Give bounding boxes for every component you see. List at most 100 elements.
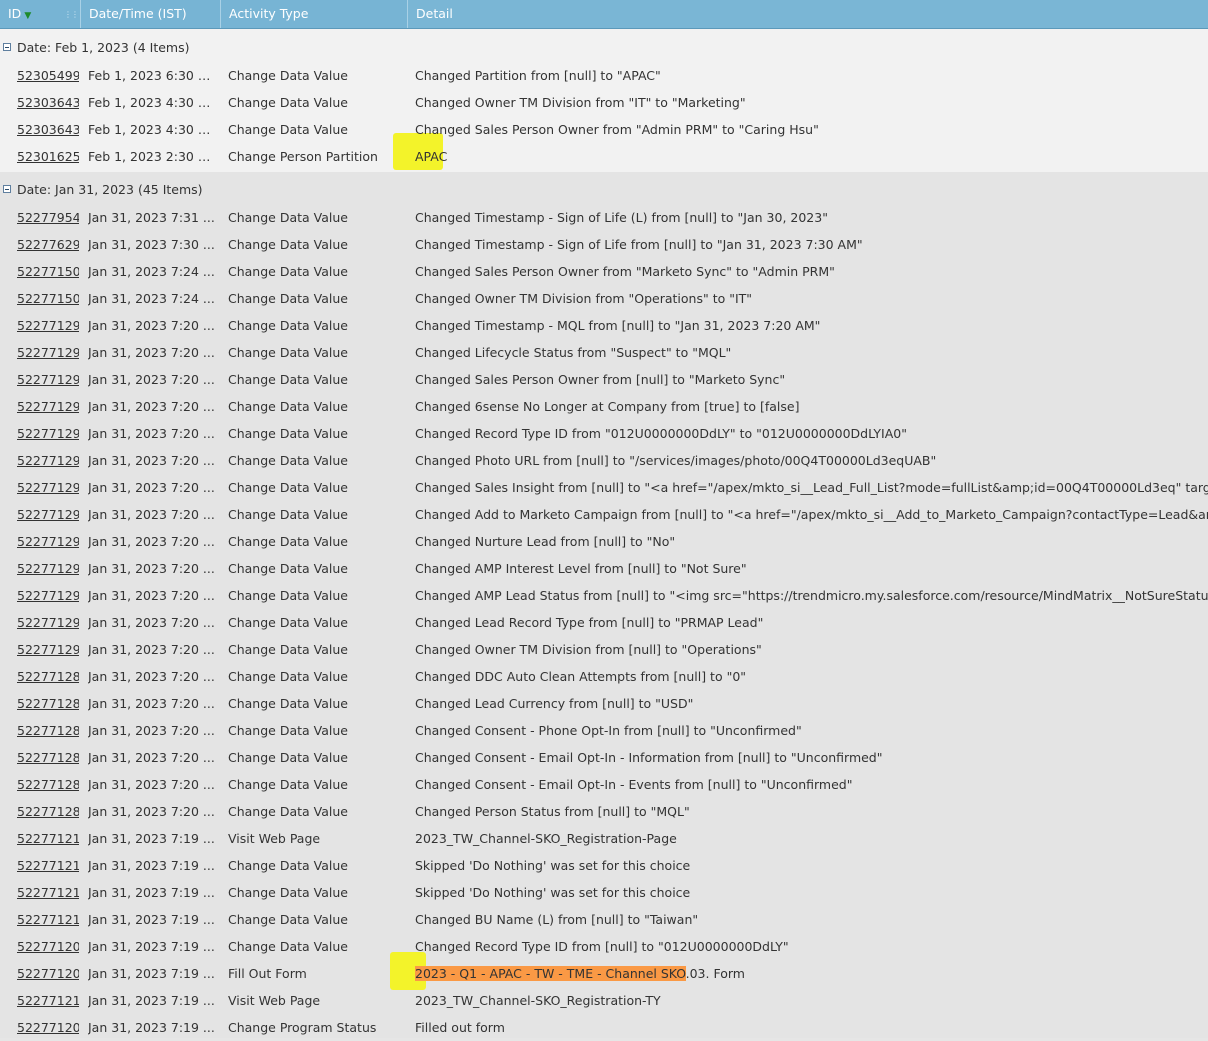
table-row[interactable]: 522771296 Jan 31, 2023 7:20 ... Change Dat… [0, 528, 1208, 555]
column-header-detail[interactable]: Detail [408, 0, 1208, 28]
activity-type: Change Data Value [228, 804, 348, 819]
activity-detail: Changed DDC Auto Clean Attempts from [nu… [415, 669, 747, 684]
activity-detail: Changed Sales Person Owner from "Admin P… [415, 122, 819, 137]
column-header-activity-type[interactable]: Activity Type [221, 0, 408, 28]
activity-id-link[interactable]: 522771213 [17, 987, 79, 1014]
activity-type: Visit Web Page [228, 831, 321, 846]
table-row[interactable]: 522771289 Jan 31, 2023 7:20 ... Change Dat… [0, 798, 1208, 825]
activity-datetime: Jan 31, 2023 7:20 ... [88, 318, 215, 333]
activity-id-link[interactable]: 522771296 [17, 420, 79, 447]
activity-id-link[interactable]: 522771207 [17, 1014, 79, 1041]
activity-id-link[interactable]: 522771500 [17, 258, 79, 285]
activity-id-link[interactable]: 522771297 [17, 366, 79, 393]
activity-id-link[interactable]: 523036430 [17, 116, 79, 143]
table-row[interactable]: 523036430 Feb 1, 2023 4:30 AM Change Data … [0, 116, 1208, 143]
table-row[interactable]: 522771211 Jan 31, 2023 7:19 ... Change Dat… [0, 852, 1208, 879]
table-row[interactable]: 522771296 Jan 31, 2023 7:20 ... Change Dat… [0, 501, 1208, 528]
table-row[interactable]: 522771296 Jan 31, 2023 7:20 ... Change Dat… [0, 609, 1208, 636]
table-row[interactable]: 522776292 Jan 31, 2023 7:30 ... Change Dat… [0, 231, 1208, 258]
table-row[interactable]: 522771297 Jan 31, 2023 7:20 ... Change Dat… [0, 312, 1208, 339]
activity-type: Change Data Value [228, 345, 348, 360]
table-row[interactable]: 522771296 Jan 31, 2023 7:20 ... Change Dat… [0, 393, 1208, 420]
activity-id-link[interactable]: 522771289 [17, 798, 79, 825]
table-row[interactable]: 522771213 Jan 31, 2023 7:19 ... Visit Web … [0, 825, 1208, 852]
activity-detail: Changed Owner TM Division from "Operatio… [415, 291, 753, 306]
table-row[interactable]: 522771210 Jan 31, 2023 7:19 ... Change Dat… [0, 879, 1208, 906]
activity-id-link[interactable]: 522771296 [17, 528, 79, 555]
activity-id-link[interactable]: 522771289 [17, 663, 79, 690]
activity-detail: Changed Consent - Email Opt-In - Events … [415, 777, 853, 792]
table-row[interactable]: 522771289 Jan 31, 2023 7:20 ... Change Dat… [0, 663, 1208, 690]
activity-id-link[interactable]: 522771296 [17, 393, 79, 420]
activity-detail: Changed Owner TM Division from [null] to… [415, 642, 762, 657]
table-row[interactable]: 522771296 Jan 31, 2023 7:20 ... Change Dat… [0, 636, 1208, 663]
activity-datetime: Jan 31, 2023 7:31 ... [88, 210, 215, 225]
activity-id-link[interactable]: 522771213 [17, 825, 79, 852]
column-header-datetime[interactable]: Date/Time (IST) [81, 0, 221, 28]
column-header-id[interactable]: ID ▼ ⋮⋮ [0, 0, 81, 28]
activity-detail: Changed Person Status from [null] to "MQ… [415, 804, 690, 819]
table-row[interactable]: 522771297 Jan 31, 2023 7:20 ... Change Dat… [0, 366, 1208, 393]
collapse-group-icon[interactable] [3, 43, 11, 51]
sort-descending-icon[interactable]: ▼ [24, 11, 31, 21]
table-row[interactable]: 522771296 Jan 31, 2023 7:20 ... Change Dat… [0, 447, 1208, 474]
activity-id-link[interactable]: 522771296 [17, 474, 79, 501]
collapse-group-icon[interactable] [3, 185, 11, 193]
activity-type: Change Data Value [228, 507, 348, 522]
group-label: Date: Feb 1, 2023 (4 Items) [17, 40, 190, 55]
activity-id-link[interactable]: 522771289 [17, 717, 79, 744]
activity-id-link[interactable]: 522771289 [17, 771, 79, 798]
activity-id-link[interactable]: 523054999 [17, 62, 79, 89]
activity-id-link[interactable]: 522771297 [17, 312, 79, 339]
activity-detail: 2023_TW_Channel-SKO_Registration-Page [415, 831, 677, 846]
table-row[interactable]: 522771500 Jan 31, 2023 7:24 ... Change Dat… [0, 258, 1208, 285]
activity-id-link[interactable]: 522771296 [17, 636, 79, 663]
table-row[interactable]: 522771289 Jan 31, 2023 7:20 ... Change Dat… [0, 771, 1208, 798]
table-row[interactable]: 522771213 Jan 31, 2023 7:19 ... Visit Web … [0, 987, 1208, 1014]
activity-datetime: Jan 31, 2023 7:19 ... [88, 858, 215, 873]
grid-header: ID ▼ ⋮⋮ Date/Time (IST) Activity Type Det… [0, 0, 1208, 29]
activity-id-link[interactable]: 522776292 [17, 231, 79, 258]
activity-id-link[interactable]: 523016257 [17, 143, 79, 170]
table-row[interactable]: 522771296 Jan 31, 2023 7:20 ... Change Dat… [0, 339, 1208, 366]
activity-id-link[interactable]: 523036430 [17, 89, 79, 116]
table-row[interactable]: 523016257 Feb 1, 2023 2:30 AM Change Perso… [0, 143, 1208, 170]
table-row[interactable]: 522771209 Jan 31, 2023 7:19 ... Change Dat… [0, 933, 1208, 960]
activity-id-link[interactable]: 522771210 [17, 879, 79, 906]
activity-id-link[interactable]: 522771207 [17, 960, 79, 987]
table-row[interactable]: 522771500 Jan 31, 2023 7:24 ... Change Dat… [0, 285, 1208, 312]
activity-id-link[interactable]: 522771289 [17, 690, 79, 717]
activity-id-link[interactable]: 522771210 [17, 906, 79, 933]
activity-id-link[interactable]: 522779545 [17, 204, 79, 231]
table-row[interactable]: 522771210 Jan 31, 2023 7:19 ... Change Dat… [0, 906, 1208, 933]
table-row[interactable]: 522771296 Jan 31, 2023 7:20 ... Change Dat… [0, 555, 1208, 582]
column-resize-grip-icon[interactable]: ⋮⋮ [64, 1, 79, 29]
activity-type: Change Data Value [228, 642, 348, 657]
table-row[interactable]: 523054999 Feb 1, 2023 6:30 AM Change Data … [0, 62, 1208, 89]
activity-id-link[interactable]: 522771211 [17, 852, 79, 879]
activity-type: Change Data Value [228, 885, 348, 900]
activity-id-link[interactable]: 522771296 [17, 339, 79, 366]
table-row[interactable]: 523036430 Feb 1, 2023 4:30 AM Change Data … [0, 89, 1208, 116]
table-row[interactable]: 522771296 Jan 31, 2023 7:20 ... Change Dat… [0, 420, 1208, 447]
activity-id-link[interactable]: 522771296 [17, 447, 79, 474]
table-row[interactable]: 522771296 Jan 31, 2023 7:20 ... Change Dat… [0, 474, 1208, 501]
activity-type: Change Data Value [228, 696, 348, 711]
activity-id-link[interactable]: 522771296 [17, 609, 79, 636]
activity-id-link[interactable]: 522771296 [17, 501, 79, 528]
table-row[interactable]: 522771289 Jan 31, 2023 7:20 ... Change Dat… [0, 717, 1208, 744]
activity-id-link[interactable]: 522771296 [17, 555, 79, 582]
activity-detail: Changed Timestamp - MQL from [null] to "… [415, 318, 821, 333]
activity-id-link[interactable]: 522771296 [17, 582, 79, 609]
table-row[interactable]: 522771289 Jan 31, 2023 7:20 ... Change Dat… [0, 690, 1208, 717]
table-row[interactable]: 522771289 Jan 31, 2023 7:20 ... Change Dat… [0, 744, 1208, 771]
table-row[interactable]: 522771296 Jan 31, 2023 7:20 ... Change Dat… [0, 582, 1208, 609]
table-row[interactable]: 522771207 Jan 31, 2023 7:19 ... Change Pro… [0, 1014, 1208, 1041]
activity-datetime: Jan 31, 2023 7:20 ... [88, 777, 215, 792]
activity-id-link[interactable]: 522771500 [17, 285, 79, 312]
table-row[interactable]: 522779545 Jan 31, 2023 7:31 ... Change Dat… [0, 204, 1208, 231]
activity-id-link[interactable]: 522771209 [17, 933, 79, 960]
activity-datetime: Jan 31, 2023 7:19 ... [88, 966, 215, 981]
activity-id-link[interactable]: 522771289 [17, 744, 79, 771]
table-row[interactable]: 522771207 Jan 31, 2023 7:19 ... Fill Out F… [0, 960, 1208, 987]
